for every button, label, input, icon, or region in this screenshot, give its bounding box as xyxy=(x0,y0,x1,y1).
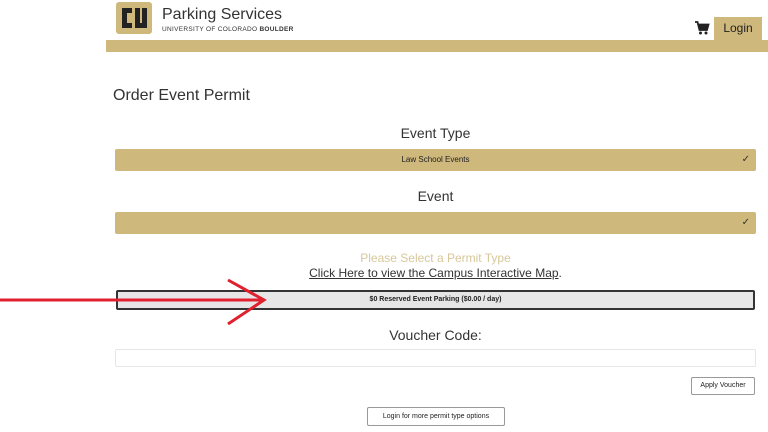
checkmark-icon: ✓ xyxy=(741,217,750,228)
brand-title: Parking Services xyxy=(162,6,283,23)
event-label: Event xyxy=(417,188,454,204)
login-button[interactable]: Login xyxy=(714,17,762,40)
header-gold-band xyxy=(106,40,768,52)
event-type-select[interactable]: Law School Events ✓ xyxy=(115,149,756,171)
voucher-code-input[interactable] xyxy=(115,349,756,367)
apply-voucher-button[interactable]: Apply Voucher xyxy=(691,377,755,395)
login-more-permit-options-button[interactable]: Login for more permit type options xyxy=(367,407,505,426)
brand-subtitle-prefix: UNIVERSITY OF COLORADO xyxy=(162,26,258,33)
voucher-code-label: Voucher Code: xyxy=(389,327,482,343)
brand-subtitle-bold: BOULDER xyxy=(259,26,294,33)
cu-logo-icon[interactable] xyxy=(116,2,152,34)
campus-map-link-suffix: . xyxy=(558,266,562,280)
event-type-selected-value: Law School Events xyxy=(401,155,470,164)
site-header: Parking Services UNIVERSITY OF COLORADO … xyxy=(106,0,768,40)
red-arrow-icon xyxy=(0,278,267,326)
campus-map-link[interactable]: Click Here to view the Campus Interactiv… xyxy=(309,266,558,280)
page-title: Order Event Permit xyxy=(113,87,250,104)
cart-icon[interactable] xyxy=(694,20,710,36)
checkmark-icon: ✓ xyxy=(741,154,750,165)
event-type-label: Event Type xyxy=(400,125,471,141)
permit-type-prompt: Please Select a Permit Type xyxy=(360,251,511,265)
event-select[interactable]: ✓ xyxy=(115,212,756,234)
brand-subtitle: UNIVERSITY OF COLORADO BOULDER xyxy=(162,26,294,33)
